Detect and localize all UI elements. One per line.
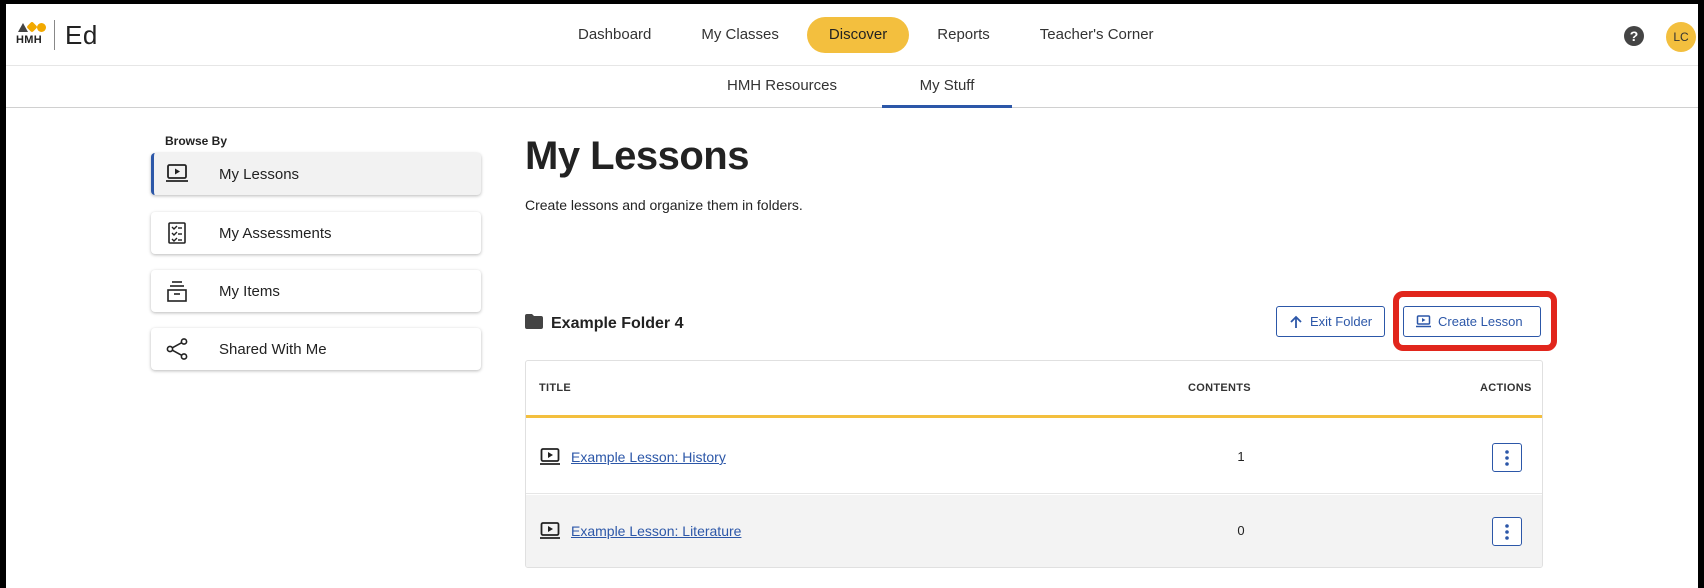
row-actions-button[interactable]: [1492, 517, 1522, 546]
tab-hmh-resources[interactable]: HMH Resources: [722, 66, 842, 108]
hmh-ed-logo[interactable]: HMH Ed: [16, 18, 98, 52]
lesson-link[interactable]: Example Lesson: Literature: [571, 523, 741, 539]
table-row: Example Lesson: Literature 0: [526, 495, 1542, 567]
lesson-icon: [1416, 315, 1431, 328]
sidebar-item-shared-with-me[interactable]: Shared With Me: [151, 328, 481, 370]
lesson-link[interactable]: Example Lesson: History: [571, 449, 726, 465]
user-avatar[interactable]: LC: [1666, 22, 1696, 52]
tab-my-stuff[interactable]: My Stuff: [882, 66, 1012, 108]
help-icon[interactable]: ?: [1624, 26, 1644, 46]
sidebar-item-label: My Lessons: [219, 165, 300, 183]
lesson-icon: [165, 162, 189, 186]
page-title: My Lessons: [525, 134, 749, 178]
column-header-title: TITLE: [539, 382, 572, 394]
lesson-icon: [540, 522, 560, 540]
create-lesson-label: Create Lesson: [1438, 314, 1523, 329]
sub-navigation: HMH Resources My Stuff: [6, 66, 1698, 108]
browse-by-heading: Browse By: [165, 134, 228, 148]
contents-count: 1: [1237, 449, 1245, 464]
create-lesson-button[interactable]: Create Lesson: [1403, 306, 1541, 337]
app-window: HMH Ed Dashboard My Classes Discover Rep…: [6, 4, 1698, 588]
kebab-menu-icon: [1505, 449, 1509, 466]
lesson-icon: [540, 448, 560, 466]
kebab-menu-icon: [1505, 523, 1509, 540]
product-name: Ed: [65, 19, 98, 50]
table-header: TITLE CONTENTS ACTIONS: [526, 361, 1542, 418]
folder-name: Example Folder 4: [551, 315, 684, 332]
lessons-table: TITLE CONTENTS ACTIONS Example Lesson: H…: [525, 360, 1543, 568]
logo-text: HMH: [16, 34, 42, 46]
nav-my-classes[interactable]: My Classes: [679, 17, 801, 53]
current-folder: Example Folder 4: [525, 314, 684, 334]
sidebar-item-label: Shared With Me: [219, 340, 327, 358]
sidebar-item-my-items[interactable]: My Items: [151, 270, 481, 312]
exit-folder-button[interactable]: Exit Folder: [1276, 306, 1386, 337]
nav-discover[interactable]: Discover: [806, 17, 910, 53]
contents-count: 0: [1237, 523, 1245, 538]
column-header-actions: ACTIONS: [1480, 382, 1532, 394]
nav-teachers-corner[interactable]: Teacher's Corner: [1018, 17, 1176, 53]
sidebar-item-label: My Assessments: [219, 224, 332, 242]
sidebar-item-my-lessons[interactable]: My Lessons: [151, 153, 481, 195]
main-nav: Dashboard My Classes Discover Reports Te…: [556, 17, 1182, 53]
checklist-icon: [165, 221, 189, 245]
exit-folder-label: Exit Folder: [1310, 314, 1373, 329]
table-row: Example Lesson: History 1: [526, 421, 1542, 494]
page-description: Create lessons and organize them in fold…: [525, 197, 803, 213]
top-navigation-bar: HMH Ed Dashboard My Classes Discover Rep…: [6, 4, 1698, 66]
sidebar-item-label: My Items: [219, 282, 280, 300]
column-header-contents: CONTENTS: [1188, 382, 1251, 394]
share-icon: [165, 337, 189, 361]
hmh-logo-icon: HMH: [16, 20, 46, 50]
archive-icon: [165, 279, 189, 303]
folder-icon: [525, 314, 543, 334]
logo-divider: [54, 20, 55, 50]
arrow-up-icon: [1289, 315, 1303, 329]
row-actions-button[interactable]: [1492, 443, 1522, 472]
sidebar-item-my-assessments[interactable]: My Assessments: [151, 212, 481, 254]
nav-reports[interactable]: Reports: [915, 17, 1012, 53]
nav-dashboard[interactable]: Dashboard: [556, 17, 673, 53]
